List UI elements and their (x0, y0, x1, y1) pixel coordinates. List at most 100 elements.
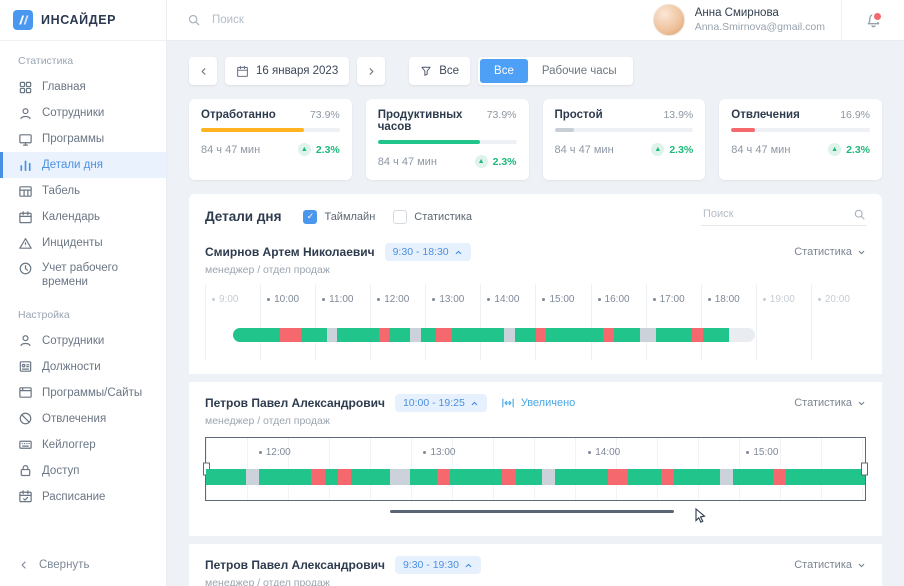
time-range-badge[interactable]: 10:00 - 19:25 (395, 394, 487, 412)
sidebar-item-programs-sites[interactable]: Программы/Сайты (0, 380, 166, 406)
progress-track (731, 128, 870, 132)
delta-badge: ▲2.3% (475, 155, 517, 168)
sidebar-item-programs[interactable]: Программы (0, 126, 166, 152)
sidebar-item-label: Расписание (42, 491, 105, 503)
lock-icon (18, 463, 33, 478)
id-card-icon (18, 359, 33, 374)
stat-cards: Отработанно73.9% 84 ч 47 мин▲2.3% Продук… (189, 99, 882, 180)
timeline-hours: 9:0010:0011:0012:0013:0014:0015:0016:001… (205, 284, 866, 360)
chevron-right-icon (366, 66, 377, 77)
statistics-checkbox[interactable]: Статистика (393, 210, 472, 224)
collapse-sidebar-button[interactable]: Свернуть (0, 544, 166, 586)
sidebar-item-label: Детали дня (42, 159, 103, 171)
delta-value: 2.3% (846, 144, 870, 156)
chevron-left-icon (18, 559, 30, 571)
main-content: 16 января 2023 Все Все Рабочие часы (167, 41, 904, 586)
statistics-label: Статистика (794, 559, 852, 571)
zoomed-timeline[interactable]: 12:0013:0014:0015:00 (205, 437, 866, 501)
date-picker-button[interactable]: 16 января 2023 (225, 57, 349, 85)
card-title: Отработанно (201, 109, 276, 121)
delta-value: 2.3% (669, 144, 693, 156)
time-range-badge[interactable]: 9:30 - 19:30 (395, 556, 481, 574)
day-details-panel: Детали дня ✓ Таймлайн Статистика (189, 194, 882, 586)
progress-track (201, 128, 340, 132)
employee-role: менеджер / отдел продаж (205, 577, 866, 586)
checkbox-checked-icon: ✓ (303, 210, 317, 224)
global-search[interactable] (187, 13, 653, 27)
employee-row: Петров Павел Александрович 10:00 - 19:25… (189, 382, 882, 536)
sidebar-item-label: Отвлечения (42, 413, 106, 425)
sidebar-item-day-details[interactable]: Детали дня (0, 152, 166, 178)
app-window: ИНСАЙДЕР Статистика Главная Сотрудники П… (0, 0, 904, 586)
card-time: 84 ч 47 мин (555, 144, 614, 156)
employee-name: Петров Павел Александрович (205, 396, 385, 410)
employee-name: Петров Павел Александрович (205, 558, 385, 572)
sidebar-item-label: Табель (42, 185, 80, 197)
monitor-icon (18, 132, 33, 147)
user-info: Анна Смирнова Anna.Smirnova@gmail.com (695, 7, 825, 33)
sidebar-item-label: Главная (42, 81, 86, 93)
prev-day-button[interactable] (189, 57, 217, 85)
notifications-button[interactable] (841, 0, 904, 40)
card-title: Простой (555, 109, 603, 121)
sidebar-item-schedule[interactable]: Расписание (0, 484, 166, 510)
employee-search[interactable] (701, 207, 866, 226)
employee-role: менеджер / отдел продаж (205, 264, 866, 276)
browser-icon (18, 385, 33, 400)
sidebar-item-employees[interactable]: Сотрудники (0, 100, 166, 126)
filter-button[interactable]: Все (409, 57, 470, 85)
sidebar-item-timesheet[interactable]: Табель (0, 178, 166, 204)
arrow-up-icon: ▲ (651, 143, 664, 156)
table-icon (18, 184, 33, 199)
delta-value: 2.3% (493, 156, 517, 168)
card-time: 84 ч 47 мин (378, 156, 437, 168)
sidebar-item-label: Инциденты (42, 237, 103, 249)
view-segmented-control: Все Рабочие часы (478, 57, 633, 85)
sidebar-item-time-tracking[interactable]: Учет рабочего времени (0, 256, 166, 295)
sidebar-item-distractions[interactable]: Отвлечения (0, 406, 166, 432)
card-time: 84 ч 47 мин (731, 144, 790, 156)
checkbox-unchecked-icon (393, 210, 407, 224)
segment-working-hours[interactable]: Рабочие часы (528, 59, 631, 83)
progress-track (555, 128, 694, 132)
sidebar-item-keylogger[interactable]: Кейлоггер (0, 432, 166, 458)
employee-search-input[interactable] (701, 207, 853, 221)
sidebar-item-positions[interactable]: Должности (0, 354, 166, 380)
time-range: 10:00 - 19:25 (403, 397, 465, 409)
sidebar-item-main[interactable]: Главная (0, 74, 166, 100)
timeline-bar[interactable] (233, 328, 755, 342)
logo: ИНСАЙДЕР (0, 0, 166, 41)
segment-all[interactable]: Все (480, 59, 528, 83)
timeline: 9:0010:0011:0012:0013:0014:0015:0016:001… (205, 284, 866, 360)
arrow-up-icon: ▲ (298, 143, 311, 156)
sidebar-item-label: Доступ (42, 465, 79, 477)
chevron-down-icon (857, 399, 866, 408)
statistics-toggle[interactable]: Статистика (794, 397, 866, 409)
employee-name: Смирнов Артем Николаевич (205, 245, 375, 259)
timeline-scrollbar[interactable] (390, 510, 674, 513)
sidebar-item-employees-settings[interactable]: Сотрудники (0, 328, 166, 354)
sidebar-item-calendar[interactable]: Календарь (0, 204, 166, 230)
bar-chart-icon (18, 158, 33, 173)
sidebar-section-settings: Настройка (0, 295, 166, 328)
next-day-button[interactable] (357, 57, 385, 85)
zoomed-timeline-bar[interactable] (206, 469, 865, 485)
zoom-range-icon (501, 397, 515, 409)
statistics-toggle[interactable]: Статистика (794, 246, 866, 258)
calendar-icon (18, 210, 33, 225)
global-search-input[interactable] (210, 13, 454, 27)
card-percent: 73.9% (310, 109, 340, 121)
slash-circle-icon (18, 411, 33, 426)
card-percent: 73.9% (487, 109, 517, 121)
time-range-badge[interactable]: 9:30 - 18:30 (385, 243, 471, 261)
timeline-checkbox[interactable]: ✓ Таймлайн (303, 210, 375, 224)
sidebar-item-label: Сотрудники (42, 107, 104, 119)
sidebar-item-incidents[interactable]: Инциденты (0, 230, 166, 256)
progress-track (378, 140, 517, 144)
avatar[interactable] (653, 4, 685, 36)
chevron-down-icon (857, 561, 866, 570)
statistics-label: Статистика (794, 397, 852, 409)
statistics-toggle[interactable]: Статистика (794, 559, 866, 571)
zoomed-indicator[interactable]: Увеличено (501, 397, 575, 409)
sidebar-item-access[interactable]: Доступ (0, 458, 166, 484)
